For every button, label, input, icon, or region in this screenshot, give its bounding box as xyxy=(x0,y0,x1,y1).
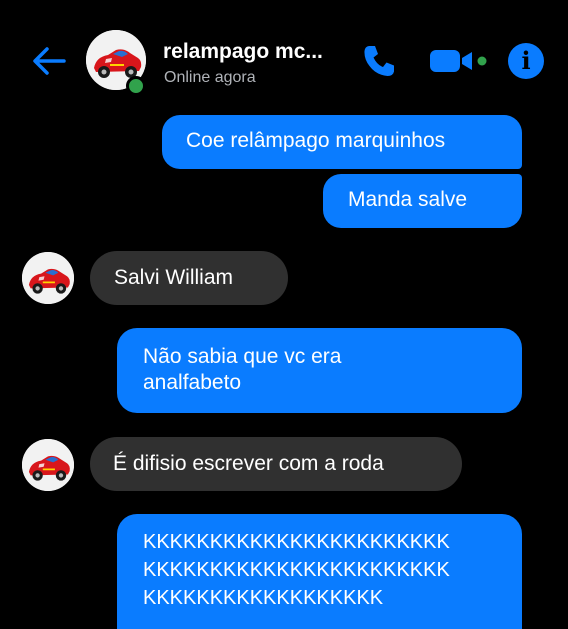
incoming-message[interactable]: É difisio escrever com a roda xyxy=(90,437,462,491)
message-text: Salvi William xyxy=(114,266,234,289)
message-line: KKKKKKKKKKKKKKKKKKKKKKK xyxy=(143,531,450,553)
online-status-indicator xyxy=(126,76,146,96)
message-line: analfabeto xyxy=(143,371,242,394)
phone-icon[interactable] xyxy=(360,42,398,80)
message-text: É difisio escrever com a roda xyxy=(113,452,384,475)
outgoing-message[interactable]: Coe relâmpago marquinhos xyxy=(162,115,522,169)
message-text: Manda salve xyxy=(348,188,468,211)
info-icon[interactable]: i xyxy=(508,43,544,79)
message-line: Não sabia que vc era xyxy=(143,345,342,368)
incoming-message[interactable]: Salvi William xyxy=(90,251,288,305)
chat-header: relampago mc... Online agora i xyxy=(0,0,568,110)
sender-avatar[interactable] xyxy=(22,252,74,304)
back-arrow-icon[interactable] xyxy=(30,44,68,78)
outgoing-message[interactable]: Não sabia que vc era analfabeto xyxy=(117,328,522,413)
message-text: Coe relâmpago marquinhos xyxy=(186,129,446,152)
sender-avatar[interactable] xyxy=(22,439,74,491)
message-line: KKKKKKKKKKKKKKKKKKKKKKK xyxy=(143,559,450,581)
message-line: KKKKKKKKKKKKKKKKKK xyxy=(143,587,384,609)
outgoing-message[interactable]: KKKKKKKKKKKKKKKKKKKKKKK KKKKKKKKKKKKKKKK… xyxy=(117,514,522,629)
outgoing-message[interactable]: Manda salve xyxy=(323,174,522,228)
contact-name[interactable]: relampago mc... xyxy=(163,40,323,64)
video-camera-icon[interactable] xyxy=(428,45,490,77)
info-glyph: i xyxy=(521,46,531,75)
contact-status: Online agora xyxy=(164,69,256,86)
